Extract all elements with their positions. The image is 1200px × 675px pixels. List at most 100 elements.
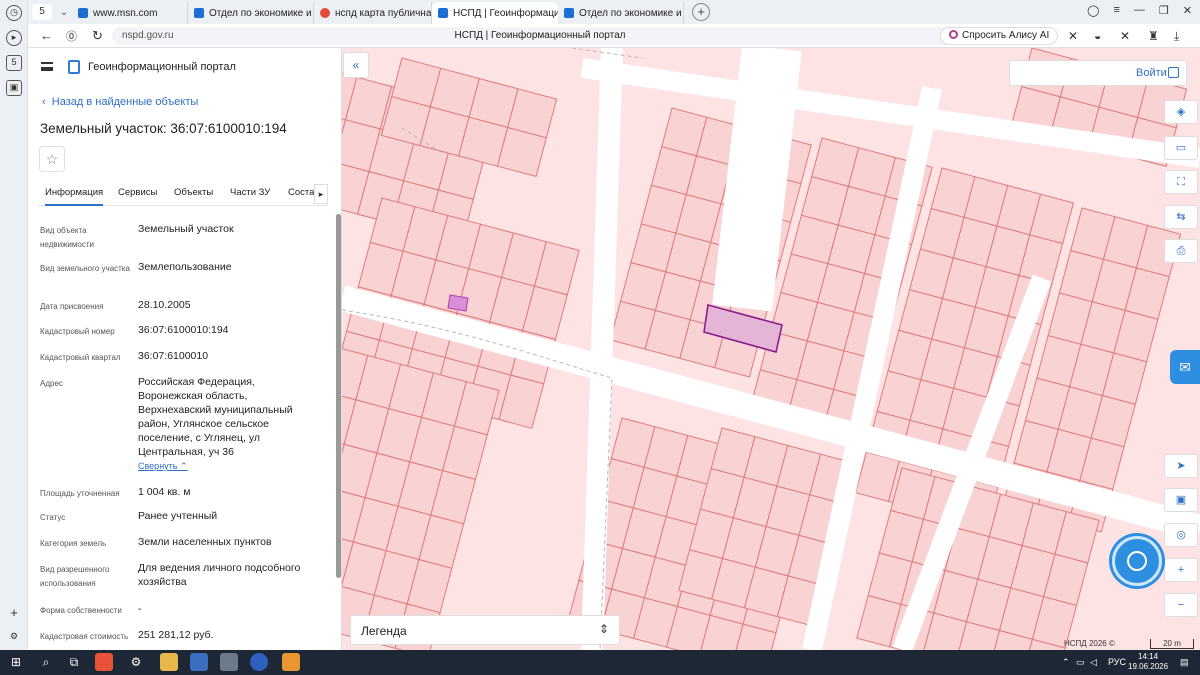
tab-economics-1[interactable]: Отдел по экономике и уп [188, 2, 314, 24]
collapse-panel-button[interactable]: « [343, 52, 369, 78]
field-value: 1 004 кв. м [138, 486, 191, 498]
counter-icon[interactable]: 5 [6, 55, 22, 71]
url-field[interactable]: nspd.gov.ru НСПД | Геоинформационный пор… [112, 27, 968, 45]
back-label: Назад в найденные объекты [51, 96, 199, 108]
restore-icon[interactable]: ❐ [1159, 4, 1169, 17]
locate-me-icon[interactable]: ➤ [1164, 454, 1198, 478]
select-area-tool-icon[interactable]: ⛶ [1164, 170, 1198, 194]
geo-search-icon[interactable]: ◎ [1164, 523, 1198, 547]
login-button[interactable]: Войти [1009, 60, 1187, 86]
app-icon[interactable] [220, 653, 238, 671]
field-label: Вид разрешенного использования [40, 565, 110, 588]
map-canvas[interactable] [342, 48, 1200, 650]
tab-objects[interactable]: Объекты [174, 187, 213, 198]
share-tool-icon[interactable]: ⇆ [1164, 205, 1198, 229]
clock-time: 14:14 [1138, 652, 1159, 661]
print-tool-icon[interactable]: ⎙ [1164, 239, 1198, 263]
object-info-panel: Геоинформационный портал ‹ Назад в найде… [28, 48, 342, 650]
alice-icon [949, 30, 958, 39]
chat-bubble-icon [1127, 551, 1147, 571]
portal-logo-icon [68, 60, 80, 74]
profile-icon[interactable]: ◯ [1087, 4, 1099, 17]
add-panel-icon[interactable]: + [6, 606, 22, 622]
reload-icon[interactable]: ↻ [92, 28, 103, 44]
taskbar-clock[interactable]: 14:14 19.06.2026 [1128, 652, 1168, 672]
login-label: Войти [1136, 67, 1167, 79]
yandex-browser-icon[interactable] [95, 653, 113, 671]
tab-parts[interactable]: Части ЗУ [230, 187, 270, 198]
tab-information[interactable]: Информация [45, 187, 104, 206]
field-label: Кадастровый квартал [40, 353, 121, 362]
field-label: Кадастровая стоимость [40, 632, 129, 641]
panel-scrollbar[interactable] [336, 214, 341, 578]
field-label: Площадь уточненная [40, 489, 120, 498]
field-label: Категория земель [40, 539, 107, 548]
tab-economics-2[interactable]: Отдел по экономике и уп [558, 2, 684, 24]
search-icon[interactable]: ⌕ [38, 655, 54, 670]
scrollbar-thumb[interactable] [336, 214, 341, 578]
tray-chevron-icon[interactable]: ⌃ [1062, 657, 1070, 668]
field-value: - [138, 603, 142, 615]
assistant-chat-button[interactable] [1112, 536, 1162, 586]
tab-list-chevron-icon[interactable]: ⌄ [56, 7, 72, 18]
site-favicon-icon [564, 8, 574, 18]
app-icon[interactable] [190, 653, 208, 671]
zoom-in-icon[interactable]: + [1164, 558, 1198, 582]
download-icon[interactable]: ⤓ [1174, 29, 1179, 44]
volume-icon[interactable]: ◁ [1090, 657, 1097, 668]
collapse-address-link[interactable]: Свернуть ⌃ [138, 461, 188, 472]
field-value: Российская Федерация, Воронежская област… [138, 376, 293, 458]
site-favicon-icon [194, 8, 204, 18]
tab-services[interactable]: Сервисы [118, 187, 157, 198]
extension-icon[interactable]: ◒ [1094, 29, 1101, 43]
tab-strip: 5 ⌄ www.msn.com Отдел по экономике и уп … [28, 0, 710, 24]
field-value: 36:07:6100010 [138, 350, 209, 362]
chat-support-icon[interactable]: ✉ [1170, 350, 1200, 384]
favorite-star-icon[interactable]: ☆ [39, 146, 65, 172]
app-icon[interactable] [282, 653, 300, 671]
play-icon[interactable]: ▸ [6, 30, 22, 46]
notification-icon[interactable]: ▤ [1180, 657, 1189, 668]
settings-icon[interactable]: ⚙ [6, 630, 22, 646]
tab-msn[interactable]: www.msn.com [72, 2, 188, 24]
field-label: Адрес [40, 379, 63, 388]
extension-icon[interactable]: ♜ [1148, 29, 1159, 43]
hamburger-menu-icon[interactable] [41, 62, 53, 71]
extension-icon[interactable]: ✕ [1068, 29, 1078, 43]
legend-selector[interactable]: Легенда ⇕ [350, 615, 620, 645]
settings-gear-icon[interactable]: ⚙ [128, 655, 144, 670]
language-indicator[interactable]: РУС [1108, 657, 1126, 667]
zoom-out-icon[interactable]: − [1164, 593, 1198, 617]
history-icon[interactable]: ◷ [6, 5, 22, 21]
protect-icon[interactable]: ⓪ [66, 28, 77, 44]
browser-side-rail: ◷ ▸ 5 ▣ + ⚙ [0, 0, 28, 650]
address-bar: ← ⓪ ↻ nspd.gov.ru НСПД | Геоинформационн… [28, 24, 1200, 48]
cadastral-map[interactable]: « Войти ◈ ▭ ⛶ ⇆ ⎙ ✉ ➤ ▣ ◎ + − Легенда ⇕ … [342, 48, 1200, 650]
field-value: 36:07:6100010:194 [138, 324, 229, 336]
tab-nspd-active[interactable]: НСПД | Геоинформацио ✕ [432, 2, 558, 24]
network-icon[interactable]: ▭ [1076, 657, 1085, 668]
minimize-icon[interactable]: — [1134, 4, 1145, 17]
back-to-results-link[interactable]: ‹ Назад в найденные объекты [42, 96, 198, 108]
windows-start-icon[interactable]: ⊞ [8, 655, 24, 670]
tab-search-map[interactable]: нспд карта публичная ка [314, 2, 432, 24]
back-arrow-icon[interactable]: ← [40, 28, 53, 43]
layers-tool-icon[interactable]: ◈ [1164, 100, 1198, 124]
ruler-tool-icon[interactable]: ▭ [1164, 136, 1198, 160]
parcel-title: Земельный участок: 36:07:6100010:194 [40, 121, 287, 136]
tabs-next-icon[interactable]: ▸ [314, 184, 328, 204]
gallery-icon[interactable]: ▣ [6, 80, 22, 96]
minimap-toggle-icon[interactable]: ▣ [1164, 488, 1198, 512]
file-explorer-icon[interactable] [160, 653, 178, 671]
tab-count-badge[interactable]: 5 [32, 4, 52, 20]
close-window-icon[interactable]: ✕ [1183, 4, 1192, 17]
extension-icon[interactable]: ✕ [1120, 29, 1130, 43]
field-label: Вид объекта недвижимости [40, 226, 94, 249]
task-view-icon[interactable]: ⧉ [66, 655, 82, 670]
alice-label: Спросить Алису AI [962, 30, 1050, 41]
app-icon[interactable] [250, 653, 268, 671]
new-tab-plus-icon[interactable]: + [692, 3, 710, 21]
ask-alice-button[interactable]: Спросить Алису AI [940, 27, 1059, 45]
menu-icon[interactable]: ≡ [1113, 4, 1119, 17]
highlighted-small-parcel [447, 294, 469, 312]
